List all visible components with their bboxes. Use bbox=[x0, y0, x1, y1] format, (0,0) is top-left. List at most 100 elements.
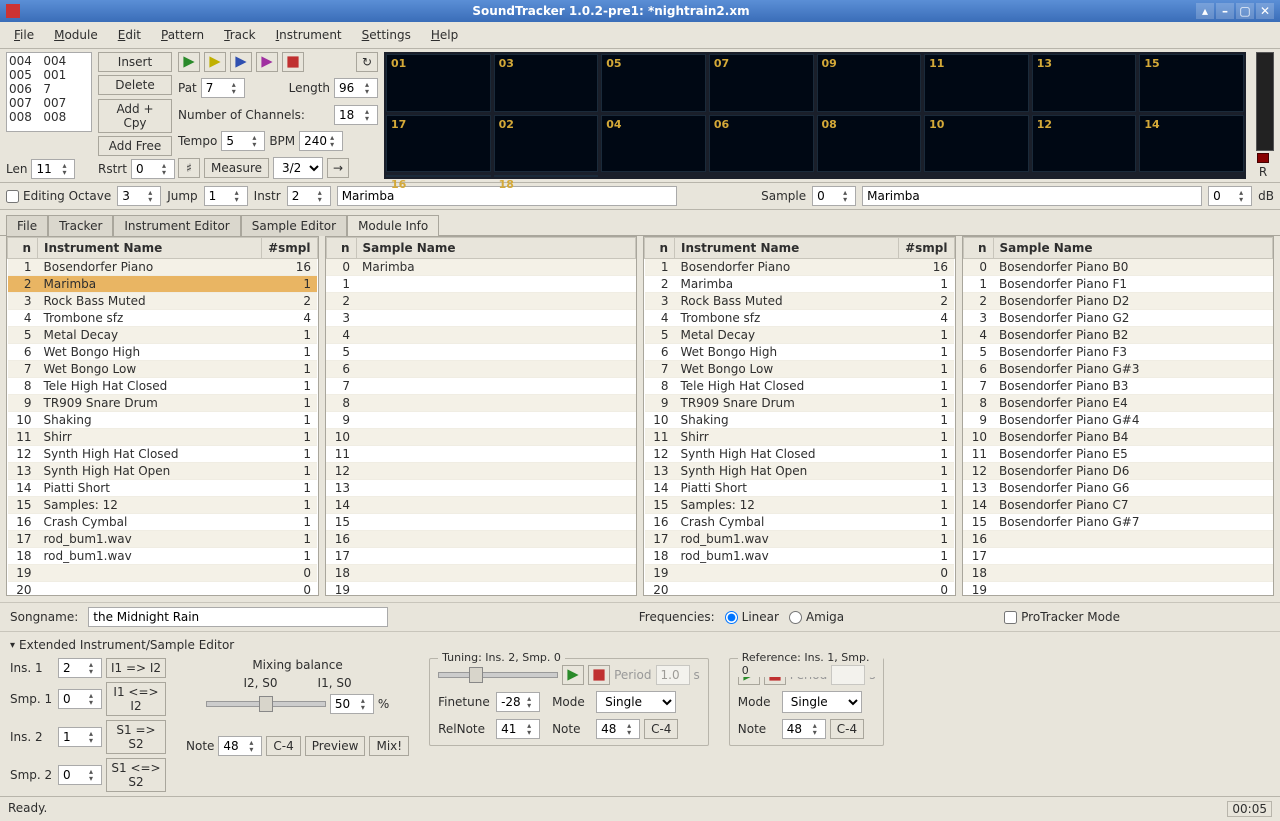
rstrt-spinbox[interactable]: ▴▾ bbox=[131, 159, 175, 179]
table-row[interactable]: 19 bbox=[326, 582, 636, 597]
table-row[interactable]: 12 bbox=[326, 463, 636, 480]
table-row[interactable]: 10Bosendorfer Piano B4 bbox=[963, 429, 1273, 446]
table-row[interactable]: 4 bbox=[326, 327, 636, 344]
table-row[interactable]: 17rod_bum1.wav1 bbox=[8, 531, 318, 548]
table-row[interactable]: 7Bosendorfer Piano B3 bbox=[963, 378, 1273, 395]
finetune-spin[interactable]: ▴▾ bbox=[496, 692, 540, 712]
table-row[interactable]: 9 bbox=[326, 412, 636, 429]
go-button[interactable]: → bbox=[327, 158, 349, 178]
editing-checkbox[interactable]: Editing Octave bbox=[6, 189, 111, 203]
table-row[interactable]: 5Metal Decay1 bbox=[645, 327, 955, 344]
channel-10[interactable]: 10 bbox=[924, 115, 1029, 173]
amiga-radio[interactable]: Amiga bbox=[789, 610, 844, 624]
table-row[interactable]: 6Bosendorfer Piano G#3 bbox=[963, 361, 1273, 378]
sharp-icon[interactable]: ♯ bbox=[178, 158, 200, 178]
channel-02[interactable]: 02 bbox=[494, 115, 599, 173]
ins1-spin[interactable]: ▴▾ bbox=[58, 658, 102, 678]
table-row[interactable]: 4Trombone sfz4 bbox=[8, 310, 318, 327]
table-row[interactable]: 10 bbox=[326, 429, 636, 446]
ins2-spin[interactable]: ▴▾ bbox=[58, 727, 102, 747]
table-row[interactable]: 16 bbox=[963, 531, 1273, 548]
table-row[interactable]: 19 bbox=[963, 582, 1273, 597]
table-row[interactable]: 200 bbox=[645, 582, 955, 597]
sample-spinbox[interactable]: ▴▾ bbox=[812, 186, 856, 206]
add-free-button[interactable]: Add Free bbox=[98, 136, 172, 156]
table-row[interactable]: 13Bosendorfer Piano G6 bbox=[963, 480, 1273, 497]
s1-to-s2[interactable]: S1 => S2 bbox=[106, 720, 166, 754]
jump-spinbox[interactable]: ▴▾ bbox=[204, 186, 248, 206]
table-row[interactable]: 14Bosendorfer Piano C7 bbox=[963, 497, 1273, 514]
play-alt-button[interactable] bbox=[256, 52, 278, 72]
channel-13[interactable]: 13 bbox=[1032, 54, 1137, 112]
menu-help[interactable]: Help bbox=[423, 25, 466, 45]
position-list[interactable]: 004 004005 001006 7007 007008 008 bbox=[6, 52, 92, 132]
table-row[interactable]: 2Marimba1 bbox=[645, 276, 955, 293]
minimize-up-button[interactable]: ▴ bbox=[1196, 3, 1214, 19]
menu-pattern[interactable]: Pattern bbox=[153, 25, 212, 45]
table-row[interactable]: 10Shaking1 bbox=[8, 412, 318, 429]
channel-03[interactable]: 03 bbox=[494, 54, 599, 112]
stop-button[interactable] bbox=[282, 52, 304, 72]
channel-15[interactable]: 15 bbox=[1139, 54, 1244, 112]
table-row[interactable]: 15 bbox=[326, 514, 636, 531]
table-row[interactable]: 13Synth High Hat Open1 bbox=[645, 463, 955, 480]
table-row[interactable]: 13 bbox=[326, 480, 636, 497]
table-row[interactable]: 16Crash Cymbal1 bbox=[645, 514, 955, 531]
table-row[interactable]: 17rod_bum1.wav1 bbox=[645, 531, 955, 548]
s1-swap-s2[interactable]: S1 <=> S2 bbox=[106, 758, 166, 792]
channel-01[interactable]: 01 bbox=[386, 54, 491, 112]
octave-spinbox[interactable]: ▴▾ bbox=[117, 186, 161, 206]
table-row[interactable]: 17 bbox=[326, 548, 636, 565]
menu-file[interactable]: File bbox=[6, 25, 42, 45]
table-row[interactable]: 18 bbox=[326, 565, 636, 582]
balance-pct[interactable]: ▴▾ bbox=[330, 694, 374, 714]
table-row[interactable]: 0Marimba bbox=[326, 259, 636, 276]
instruments-table-2[interactable]: nInstrument Name#smpl1Bosendorfer Piano1… bbox=[643, 236, 956, 596]
note-spin[interactable]: ▴▾ bbox=[218, 736, 262, 756]
table-row[interactable]: 2Bosendorfer Piano D2 bbox=[963, 293, 1273, 310]
table-row[interactable]: 6Wet Bongo High1 bbox=[8, 344, 318, 361]
channel-12[interactable]: 12 bbox=[1032, 115, 1137, 173]
table-row[interactable]: 1 bbox=[326, 276, 636, 293]
table-row[interactable]: 12Synth High Hat Closed1 bbox=[8, 446, 318, 463]
balance-slider[interactable] bbox=[206, 701, 326, 707]
table-row[interactable]: 5Bosendorfer Piano F3 bbox=[963, 344, 1273, 361]
table-row[interactable]: 1Bosendorfer Piano16 bbox=[645, 259, 955, 276]
table-row[interactable]: 14Piatti Short1 bbox=[8, 480, 318, 497]
play-button[interactable] bbox=[178, 52, 200, 72]
table-row[interactable]: 13Synth High Hat Open1 bbox=[8, 463, 318, 480]
menu-edit[interactable]: Edit bbox=[110, 25, 149, 45]
play-pattern-button[interactable] bbox=[204, 52, 226, 72]
measure-button[interactable]: Measure bbox=[204, 158, 269, 178]
table-row[interactable]: 7Wet Bongo Low1 bbox=[645, 361, 955, 378]
table-row[interactable]: 1Bosendorfer Piano16 bbox=[8, 259, 318, 276]
channel-07[interactable]: 07 bbox=[709, 54, 814, 112]
table-row[interactable]: 4Bosendorfer Piano B2 bbox=[963, 327, 1273, 344]
i1-swap-i2[interactable]: I1 <=> I2 bbox=[106, 682, 166, 716]
tuning-notekey[interactable]: C-4 bbox=[644, 719, 678, 739]
table-row[interactable]: 17 bbox=[963, 548, 1273, 565]
table-row[interactable]: 14Piatti Short1 bbox=[645, 480, 955, 497]
ref-mode[interactable]: Single bbox=[782, 691, 862, 713]
table-row[interactable]: 3 bbox=[326, 310, 636, 327]
table-row[interactable]: 10Shaking1 bbox=[645, 412, 955, 429]
delete-button[interactable]: Delete bbox=[98, 75, 172, 95]
channel-04[interactable]: 04 bbox=[601, 115, 706, 173]
table-row[interactable]: 8Tele High Hat Closed1 bbox=[645, 378, 955, 395]
tuning-play[interactable] bbox=[562, 665, 584, 685]
bpm-spinbox[interactable]: ▴▾ bbox=[299, 131, 343, 151]
table-row[interactable]: 15Samples: 121 bbox=[645, 497, 955, 514]
tab-tracker[interactable]: Tracker bbox=[48, 215, 113, 236]
table-row[interactable]: 16Crash Cymbal1 bbox=[8, 514, 318, 531]
table-row[interactable]: 5 bbox=[326, 344, 636, 361]
table-row[interactable]: 2 bbox=[326, 293, 636, 310]
protracker-checkbox[interactable]: ProTracker Mode bbox=[1004, 610, 1120, 624]
add-copy-button[interactable]: Add + Cpy bbox=[98, 99, 172, 133]
channel-06[interactable]: 06 bbox=[709, 115, 814, 173]
table-row[interactable]: 11Bosendorfer Piano E5 bbox=[963, 446, 1273, 463]
table-row[interactable]: 18 bbox=[963, 565, 1273, 582]
table-row[interactable]: 3Rock Bass Muted2 bbox=[8, 293, 318, 310]
play-from-button[interactable] bbox=[230, 52, 252, 72]
i1-to-i2[interactable]: I1 => I2 bbox=[106, 658, 166, 678]
smp2-spin[interactable]: ▴▾ bbox=[58, 765, 102, 785]
